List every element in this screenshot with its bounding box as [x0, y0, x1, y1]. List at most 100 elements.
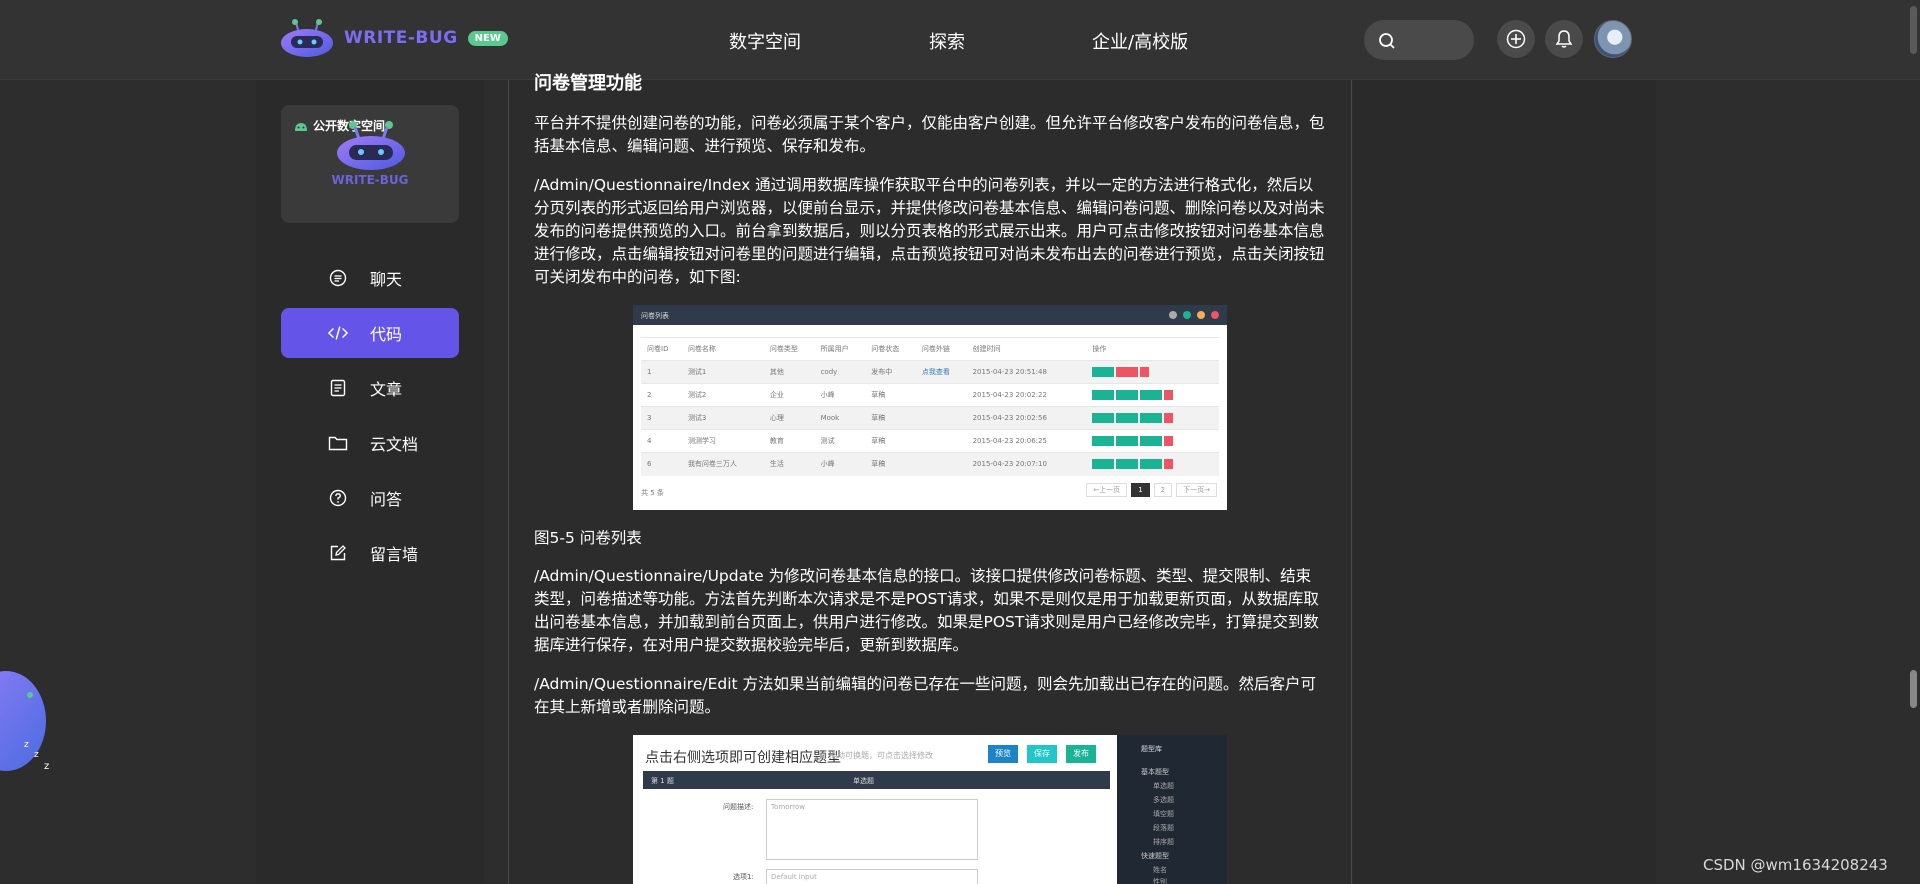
- sidebar-item-label: 留言墙: [370, 545, 419, 564]
- bell-icon: [1555, 30, 1573, 48]
- table-cell: 3: [641, 406, 682, 430]
- row-actions: [1086, 383, 1219, 407]
- table-cell: 草稿: [865, 406, 916, 430]
- table-cell: 草稿: [865, 452, 916, 476]
- pager-next: 下一页→: [1176, 483, 1217, 497]
- table-cell: 心理: [763, 406, 815, 430]
- library-item: 段落题: [1153, 824, 1174, 832]
- table-cell: [915, 452, 967, 476]
- notification-button[interactable]: [1545, 20, 1583, 58]
- question-icon: [328, 488, 348, 508]
- question-type-library: 题型库 基本题型 单选题 多选题 填空题 段落题 排序题 快速题型 姓名 性别: [1117, 735, 1227, 884]
- sidebar-item-code[interactable]: 代码: [281, 308, 459, 358]
- library-item: 多选题: [1153, 796, 1174, 804]
- paragraph-update: /Admin/Questionnaire/Update 为修改问卷基本信息的接口…: [534, 567, 1319, 654]
- table-cell: 草稿: [865, 383, 916, 407]
- library-title: 题型库: [1141, 745, 1162, 753]
- col-header: 创建时间: [966, 337, 1087, 361]
- article-icon: [328, 378, 348, 398]
- plus-icon: [1506, 29, 1526, 49]
- section-heading: 问卷管理功能: [534, 73, 642, 94]
- pager-page: 2: [1153, 483, 1173, 497]
- sidebar-item-articles[interactable]: 文章: [281, 363, 459, 413]
- library-group: 基本题型: [1141, 768, 1169, 776]
- sidebar-item-label: 云文档: [370, 435, 419, 454]
- sidebar-item-chat[interactable]: 聊天: [281, 253, 459, 303]
- editor-save-btn: 保存: [1027, 745, 1057, 763]
- sidebar-item-label: 问答: [370, 490, 403, 509]
- table-cell: 教育: [763, 429, 815, 453]
- table-cell: 2015-04-23 20:02:22: [966, 383, 1087, 407]
- public-space-card[interactable]: 公开数字空间 WRITE-BUG: [281, 105, 459, 223]
- chat-icon: [328, 268, 348, 288]
- col-header: 操作: [1086, 337, 1219, 361]
- paragraph-intro: 平台并不提供创建问卷的功能，问卷必须属于某个客户，仅能由客户创建。但允许平台修改…: [534, 114, 1325, 155]
- code-icon: [328, 323, 348, 343]
- table-row: 4 测测学习 教育 测试 草稿 2015-04-23 20:06:25: [641, 429, 1219, 453]
- option-label: 选项1:: [733, 873, 754, 881]
- table-cell: 1: [641, 360, 682, 384]
- sidebar-item-qa[interactable]: 问答: [281, 473, 459, 523]
- table-row: 2 测试2 企业 小峰 草稿 2015-04-23 20:02:22: [641, 383, 1219, 407]
- pager-prev: ←上一页: [1086, 483, 1128, 497]
- library-item: 单选题: [1153, 782, 1174, 790]
- questionnaire-editor-image: 点击右侧选项即可创建相应题型 拖动可换题，可点击选择修改 预览 保存 发布 第 …: [633, 735, 1227, 884]
- search-box[interactable]: [1364, 20, 1474, 60]
- table-cell: 测试1: [681, 360, 764, 384]
- table-cell: 2015-04-23 20:06:25: [966, 429, 1087, 453]
- nav-explore[interactable]: 探索: [929, 28, 965, 54]
- table-cell: 4: [641, 429, 682, 453]
- sleeping-mascot-icon[interactable]: z z z: [0, 665, 52, 775]
- col-header: 问卷名称: [681, 337, 764, 361]
- watermark-text: CSDN @wm1634208243: [1703, 856, 1888, 874]
- sidebar-item-label: 文章: [370, 380, 403, 399]
- sidebar-item-message-wall[interactable]: 留言墙: [281, 528, 459, 578]
- nav-digital-space[interactable]: 数字空间: [729, 28, 801, 54]
- table-cell: 2015-04-23 20:51:48: [966, 360, 1087, 384]
- sidebar-item-label: 代码: [370, 325, 403, 344]
- table-header-row: 问卷ID 问卷名称 问卷类型 所属用户 问卷状态 问卷外链 创建时间 操作: [641, 337, 1219, 361]
- table-cell: 测测学习: [681, 429, 764, 453]
- row-actions: [1086, 406, 1219, 430]
- paragraph-index: /Admin/Questionnaire/Index 通过调用数据库操作获取平台…: [534, 176, 1325, 286]
- table-cell: 测试2: [681, 383, 764, 407]
- question-desc-input: Tomorrow: [766, 799, 978, 860]
- nav-enterprise[interactable]: 企业/高校版: [1092, 28, 1188, 54]
- library-item: 姓名: [1153, 866, 1167, 874]
- table-cell: 2015-04-23 20:02:56: [966, 406, 1087, 430]
- option-input: Default input: [766, 869, 978, 884]
- editor-preview-btn: 预览: [988, 745, 1018, 763]
- logo-text: WRITE-BUG: [344, 28, 458, 48]
- space-logo-text: WRITE-BUG: [331, 173, 409, 187]
- col-header: 问卷ID: [641, 337, 682, 361]
- table-cell: 2: [641, 383, 682, 407]
- create-button[interactable]: [1497, 20, 1535, 58]
- col-header: 问卷类型: [763, 337, 815, 361]
- svg-text:z: z: [24, 740, 29, 750]
- table-cell: 生活: [763, 452, 815, 476]
- col-header: 问卷外链: [915, 337, 967, 361]
- table-cell: cody: [814, 360, 866, 384]
- table-cell: [915, 406, 967, 430]
- editor-publish-btn: 发布: [1066, 745, 1096, 763]
- robot-logo-icon: [280, 18, 334, 58]
- android-icon: [295, 122, 307, 131]
- top-navbar: WRITE-BUG NEW 数字空间 探索 企业/高校版: [0, 0, 1920, 80]
- col-header: 问卷状态: [865, 337, 916, 361]
- image-title: 问卷列表: [641, 312, 669, 320]
- svg-text:z: z: [44, 761, 49, 772]
- figure-caption: 图5-5 问卷列表: [534, 529, 642, 547]
- table-cell: 2015-04-23 20:07:10: [966, 452, 1087, 476]
- sidebar-item-cloud-docs[interactable]: 云文档: [281, 418, 459, 468]
- page-scrollbar-thumb[interactable]: [1910, 670, 1917, 708]
- table-cell: 6: [641, 452, 682, 476]
- question-desc-label: 问题描述:: [723, 803, 754, 811]
- library-item: 排序题: [1153, 838, 1174, 846]
- user-avatar[interactable]: [1594, 20, 1632, 58]
- table-cell: 我有问卷三万人: [681, 452, 764, 476]
- site-logo[interactable]: WRITE-BUG NEW: [280, 18, 508, 58]
- svg-text:z: z: [34, 750, 39, 760]
- right-panel: [1353, 80, 1656, 884]
- table-row: 3 测试3 心理 Mook 草稿 2015-04-23 20:02:56: [641, 406, 1219, 430]
- pagination: ←上一页 1 2 下一页→: [1086, 483, 1217, 497]
